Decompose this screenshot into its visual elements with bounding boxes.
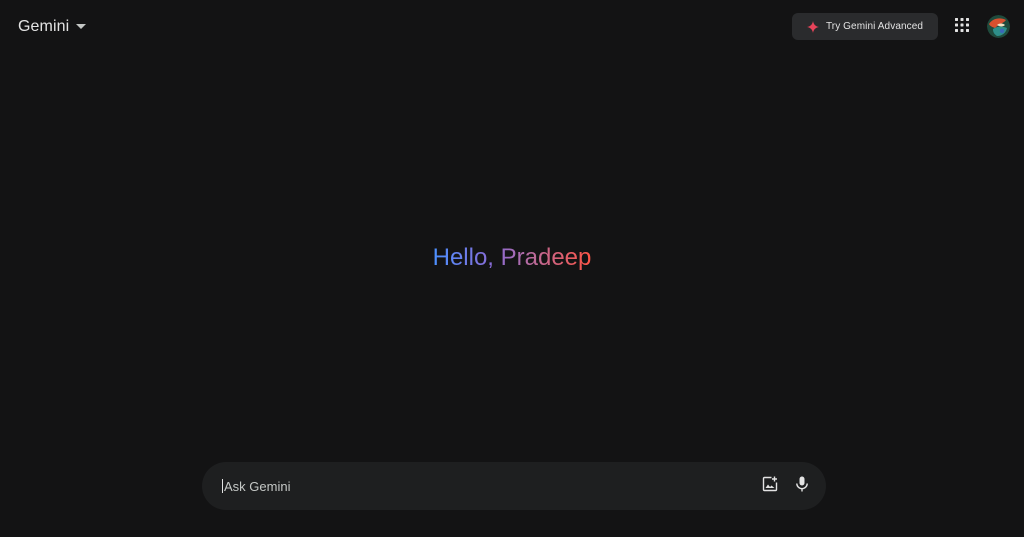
voice-input-button[interactable] (792, 476, 812, 496)
prompt-bar (202, 462, 826, 510)
brand-title: Gemini (18, 18, 70, 35)
greeting-heading: Hello, Pradeep (0, 243, 1024, 273)
account-avatar[interactable] (987, 15, 1010, 38)
greeting-text: Hello, Pradeep (432, 244, 592, 271)
sparkle-icon (806, 20, 819, 33)
microphone-icon (795, 476, 809, 497)
add-image-button[interactable] (760, 476, 780, 496)
try-gemini-advanced-button[interactable]: Try Gemini Advanced (792, 13, 938, 40)
apps-grid-icon (955, 17, 969, 37)
prompt-input[interactable] (224, 474, 760, 498)
text-cursor (222, 479, 223, 493)
prompt-actions (760, 476, 812, 496)
google-apps-button[interactable] (950, 15, 974, 39)
top-bar: Gemini Try Gemini Advanced (0, 0, 1024, 54)
caret-down-icon (75, 21, 87, 33)
model-selector[interactable]: Gemini (10, 13, 95, 41)
gemini-app: Gemini Try Gemini Advanced Hello, Pradee… (0, 0, 1024, 537)
add-image-icon (762, 476, 778, 497)
try-gemini-advanced-label: Try Gemini Advanced (825, 21, 924, 32)
